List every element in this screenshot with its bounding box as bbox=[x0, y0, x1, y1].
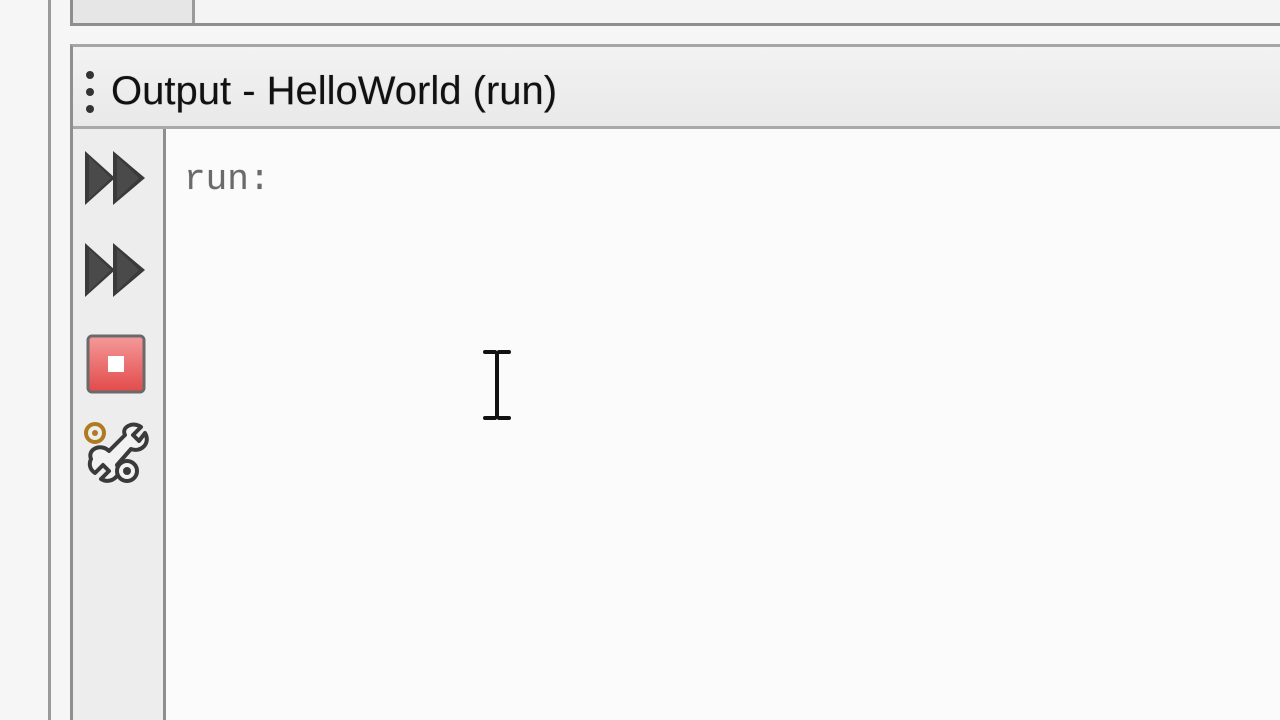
fast-forward-icon bbox=[85, 151, 145, 205]
stop-button[interactable] bbox=[81, 329, 151, 399]
editor-window-bottom bbox=[70, 0, 1280, 26]
text-cursor-icon bbox=[483, 350, 511, 420]
wrench-gear-icon bbox=[84, 422, 149, 483]
rerun-parameters-button[interactable] bbox=[81, 235, 151, 305]
rerun-button[interactable] bbox=[81, 143, 151, 213]
output-panel: Output - HelloWorld (run) run: bbox=[70, 44, 1280, 720]
window-edge bbox=[48, 0, 51, 720]
editor-tab-area[interactable] bbox=[73, 0, 195, 23]
ide-screen: Output - HelloWorld (run) run: bbox=[0, 0, 1280, 720]
drag-grip-icon[interactable] bbox=[85, 71, 95, 113]
output-toolbar bbox=[73, 129, 166, 720]
console-output[interactable]: run: bbox=[166, 129, 1280, 720]
output-panel-title: Output - HelloWorld (run) bbox=[111, 69, 558, 113]
fast-forward-icon bbox=[85, 243, 145, 297]
output-panel-header[interactable]: Output - HelloWorld (run) bbox=[73, 47, 1280, 129]
stop-icon bbox=[86, 334, 146, 394]
console-line: run: bbox=[184, 159, 271, 200]
settings-button[interactable] bbox=[81, 419, 151, 489]
